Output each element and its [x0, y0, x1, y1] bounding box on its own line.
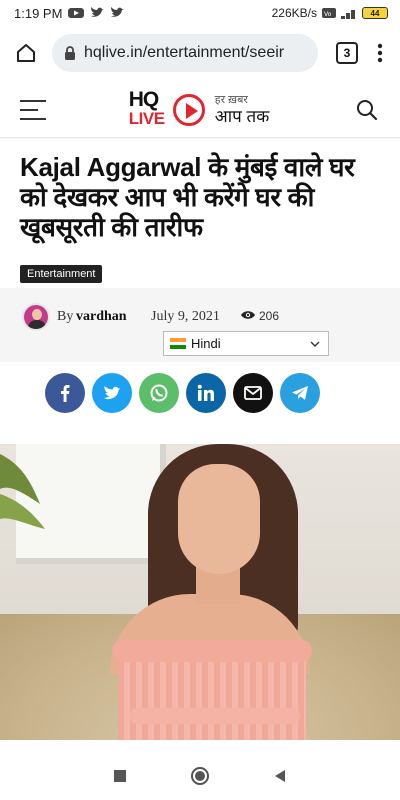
- browser-menu-button[interactable]: [368, 35, 392, 71]
- view-count: 206: [259, 309, 280, 323]
- whatsapp-icon: [150, 384, 168, 402]
- whatsapp-share-button[interactable]: [139, 373, 179, 413]
- logo-hq: HQ: [128, 87, 159, 111]
- circle-icon: [191, 767, 209, 785]
- twitter-icon: [110, 7, 125, 19]
- share-buttons: [45, 373, 365, 413]
- twitter-icon: [104, 385, 121, 399]
- article-title: Kajal Aggarwal के मुंबई वाले घर को देखकर…: [20, 152, 355, 242]
- image-ruffle-lower: [130, 708, 300, 724]
- logo-tagline: हर ख़बर आप तक: [214, 93, 270, 126]
- status-bar: 1:19 PM 226KB/s Vo 44: [0, 0, 400, 26]
- image-ruffle: [112, 640, 312, 662]
- play-icon: [172, 93, 205, 126]
- volte-icon: Vo: [322, 7, 336, 19]
- url-text: hqlive.in/entertainment/seeir: [84, 44, 285, 61]
- search-button[interactable]: [352, 95, 382, 125]
- twitter-icon: [90, 7, 105, 19]
- tab-switcher-button[interactable]: 3: [336, 42, 358, 64]
- address-bar[interactable]: hqlive.in/entertainment/seeir: [52, 34, 318, 72]
- home-button[interactable]: [8, 35, 44, 71]
- author-prefix: By: [57, 309, 74, 324]
- article-hero-image[interactable]: [0, 444, 400, 740]
- telegram-icon: [292, 386, 308, 400]
- facebook-icon: [61, 385, 70, 402]
- linkedin-icon: [197, 384, 214, 401]
- more-vertical-icon: [377, 43, 383, 63]
- email-share-button[interactable]: [233, 373, 273, 413]
- back-triangle-icon: [275, 770, 285, 782]
- home-icon: [17, 44, 35, 62]
- search-icon: [357, 99, 378, 120]
- site-header: HQ LIVE हर ख़बर आप तक: [0, 82, 400, 138]
- recents-button[interactable]: [108, 764, 132, 788]
- back-button[interactable]: [268, 764, 292, 788]
- lock-icon: [65, 46, 75, 60]
- svg-text:Vo: Vo: [324, 11, 332, 18]
- language-selected: Hindi: [191, 336, 221, 351]
- browser-toolbar: hqlive.in/entertainment/seeir 3: [0, 28, 400, 78]
- facebook-share-button[interactable]: [45, 373, 85, 413]
- telegram-share-button[interactable]: [280, 373, 320, 413]
- category-badge[interactable]: Entertainment: [20, 265, 103, 283]
- image-plant: [0, 454, 45, 529]
- system-nav-bar: [0, 752, 400, 800]
- status-left: 1:19 PM: [14, 5, 125, 21]
- email-icon: [244, 386, 262, 400]
- square-icon: [114, 770, 126, 782]
- author-name[interactable]: vardhan: [76, 309, 127, 325]
- avatar[interactable]: [22, 303, 50, 331]
- eye-icon: [240, 308, 256, 326]
- network-speed: 226KB/s: [271, 6, 317, 20]
- india-flag-icon: [170, 338, 186, 350]
- twitter-share-button[interactable]: [92, 373, 132, 413]
- youtube-icon: [68, 7, 85, 19]
- chevron-down-icon: [310, 341, 320, 347]
- hamburger-menu-icon[interactable]: [20, 99, 46, 120]
- tagline-big: आप तक: [214, 106, 270, 126]
- tagline-small: हर ख़बर: [214, 93, 248, 106]
- battery-level: 44: [370, 8, 380, 18]
- status-right: 226KB/s Vo 44: [272, 6, 388, 20]
- status-time: 1:19 PM: [14, 5, 63, 21]
- language-select[interactable]: Hindi: [163, 331, 329, 356]
- linkedin-share-button[interactable]: [186, 373, 226, 413]
- home-nav-button[interactable]: [188, 764, 212, 788]
- post-date: July 9, 2021: [151, 309, 220, 324]
- signal-icon: [341, 7, 357, 19]
- image-face: [178, 464, 260, 574]
- logo-mark: HQ LIVE: [128, 87, 209, 130]
- battery-icon: 44: [362, 7, 388, 19]
- logo-live: LIVE: [128, 108, 165, 128]
- site-logo[interactable]: HQ LIVE हर ख़बर आप तक: [128, 87, 270, 130]
